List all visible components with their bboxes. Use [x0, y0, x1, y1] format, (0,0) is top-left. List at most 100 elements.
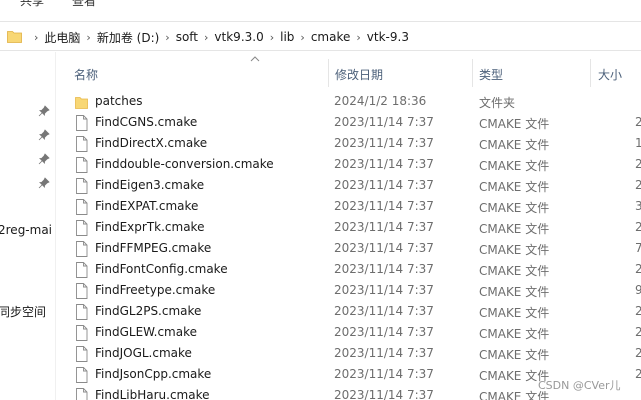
file-size: 2: [635, 178, 641, 192]
chevron-right-icon[interactable]: ›: [165, 31, 169, 44]
navigation-pane: 2reg-mai 同步空间: [0, 52, 56, 400]
address-bar[interactable]: › 此电脑 › 新加卷 (D:) › soft › vtk9.3.0 › lib › cmake › vt…: [0, 21, 641, 51]
file-type: CMAKE 文件: [479, 117, 550, 131]
pin-icon[interactable]: [38, 105, 50, 117]
tab-view[interactable]: 查看: [72, 0, 96, 9]
file-name: FindJOGL.cmake: [95, 346, 192, 360]
file-size: 2: [635, 262, 641, 276]
file-icon: [76, 220, 88, 236]
column-size[interactable]: 大小: [598, 66, 622, 83]
file-name: Finddouble-conversion.cmake: [95, 157, 274, 171]
file-icon: [76, 388, 88, 400]
file-row[interactable]: FindGL2PS.cmake 2023/11/14 7:37 CMAKE 文件 2: [57, 301, 641, 322]
breadcrumb-item[interactable]: vtk-9.3: [367, 30, 409, 44]
file-date: 2023/11/14 7:37: [334, 283, 434, 297]
file-type: CMAKE 文件: [479, 222, 550, 236]
file-icon: [76, 136, 88, 152]
column-date[interactable]: 修改日期: [335, 66, 383, 83]
file-type: CMAKE 文件: [479, 285, 550, 299]
folder-icon: [7, 31, 22, 43]
file-type: CMAKE 文件: [479, 327, 550, 341]
file-name: FindLibHaru.cmake: [95, 388, 210, 400]
watermark: CSDN @CVer儿: [538, 379, 621, 392]
column-divider[interactable]: [472, 59, 473, 87]
file-name: FindCGNS.cmake: [95, 115, 198, 129]
file-name: FindFFMPEG.cmake: [95, 241, 212, 255]
file-size: 3: [635, 199, 641, 213]
sort-ascending-icon: [250, 56, 260, 62]
column-divider[interactable]: [328, 59, 329, 87]
column-divider[interactable]: [590, 59, 591, 87]
file-type: CMAKE 文件: [479, 201, 550, 215]
chevron-right-icon[interactable]: ›: [34, 31, 38, 44]
file-row[interactable]: FindEXPAT.cmake 2023/11/14 7:37 CMAKE 文件 3: [57, 196, 641, 217]
file-name: FindEigen3.cmake: [95, 178, 205, 192]
file-name: FindEXPAT.cmake: [95, 199, 199, 213]
file-icon: [76, 199, 88, 215]
file-icon: [76, 346, 88, 362]
file-row[interactable]: FindJOGL.cmake 2023/11/14 7:37 CMAKE 文件 2: [57, 343, 641, 364]
file-size: 2: [635, 367, 641, 381]
file-name: FindGL2PS.cmake: [95, 304, 202, 318]
breadcrumb-item[interactable]: vtk9.3.0: [214, 30, 263, 44]
file-row[interactable]: FindDirectX.cmake 2023/11/14 7:37 CMAKE 文件…: [57, 133, 641, 154]
breadcrumb-item[interactable]: soft: [176, 30, 198, 44]
file-type: CMAKE 文件: [479, 180, 550, 194]
file-icon: [76, 367, 88, 383]
file-icon: [76, 178, 88, 194]
nav-item-reg[interactable]: 2reg-mai: [0, 223, 52, 237]
pin-icon[interactable]: [38, 129, 50, 141]
chevron-right-icon[interactable]: ›: [86, 31, 90, 44]
file-type: 文件夹: [479, 96, 516, 110]
breadcrumb-item[interactable]: cmake: [311, 30, 351, 44]
file-name: FindFreetype.cmake: [95, 283, 216, 297]
file-icon: [76, 283, 88, 299]
file-name: FindDirectX.cmake: [95, 136, 208, 150]
breadcrumb-item[interactable]: 此电脑: [44, 29, 80, 46]
pin-icon[interactable]: [38, 177, 50, 189]
file-row[interactable]: FindFFMPEG.cmake 2023/11/14 7:37 CMAKE 文件 7: [57, 238, 641, 259]
chevron-right-icon[interactable]: ›: [204, 31, 208, 44]
file-row[interactable]: FindExprTk.cmake 2023/11/14 7:37 CMAKE 文件 2: [57, 217, 641, 238]
file-name: FindExprTk.cmake: [95, 220, 205, 234]
file-icon: [76, 262, 88, 278]
nav-item-sync[interactable]: 同步空间: [0, 303, 46, 320]
file-size: 9: [635, 283, 641, 297]
tab-share[interactable]: 共享: [20, 0, 44, 9]
file-size: 1: [635, 136, 641, 150]
breadcrumb-item[interactable]: 新加卷 (D:): [97, 29, 159, 46]
folder-icon: [75, 97, 88, 109]
column-header: 名称 修改日期 类型 大小: [57, 52, 641, 90]
file-date: 2023/11/14 7:37: [334, 388, 434, 400]
file-date: 2023/11/14 7:37: [334, 199, 434, 213]
file-type: CMAKE 文件: [479, 159, 550, 173]
file-icon: [76, 325, 88, 341]
pin-icon[interactable]: [38, 153, 50, 165]
file-size: 2: [635, 325, 641, 339]
chevron-right-icon[interactable]: ›: [300, 31, 304, 44]
breadcrumb-item[interactable]: lib: [280, 30, 294, 44]
file-type: CMAKE 文件: [479, 243, 550, 257]
file-row[interactable]: patches 2024/1/2 18:36 文件夹: [57, 91, 641, 112]
file-size: 2: [635, 346, 641, 360]
file-size: 2: [635, 115, 641, 129]
file-row[interactable]: FindEigen3.cmake 2023/11/14 7:37 CMAKE 文件 2: [57, 175, 641, 196]
file-row[interactable]: FindFontConfig.cmake 2023/11/14 7:37 CMAKE…: [57, 259, 641, 280]
file-icon: [76, 115, 88, 131]
file-type: CMAKE 文件: [479, 348, 550, 362]
file-row[interactable]: FindGLEW.cmake 2023/11/14 7:37 CMAKE 文件 2: [57, 322, 641, 343]
file-type: CMAKE 文件: [479, 138, 550, 152]
file-date: 2024/1/2 18:36: [334, 94, 427, 108]
file-row[interactable]: FindFreetype.cmake 2023/11/14 7:37 CMAKE 文…: [57, 280, 641, 301]
chevron-right-icon[interactable]: ›: [270, 31, 274, 44]
file-row[interactable]: Finddouble-conversion.cmake 2023/11/14 7:…: [57, 154, 641, 175]
column-type[interactable]: 类型: [479, 66, 503, 83]
file-date: 2023/11/14 7:37: [334, 346, 434, 360]
file-date: 2023/11/14 7:37: [334, 325, 434, 339]
file-row[interactable]: FindCGNS.cmake 2023/11/14 7:37 CMAKE 文件 2: [57, 112, 641, 133]
chevron-right-icon[interactable]: ›: [356, 31, 360, 44]
column-name[interactable]: 名称: [74, 66, 98, 83]
file-date: 2023/11/14 7:37: [334, 178, 434, 192]
file-date: 2023/11/14 7:37: [334, 136, 434, 150]
file-size: 2: [635, 157, 641, 171]
